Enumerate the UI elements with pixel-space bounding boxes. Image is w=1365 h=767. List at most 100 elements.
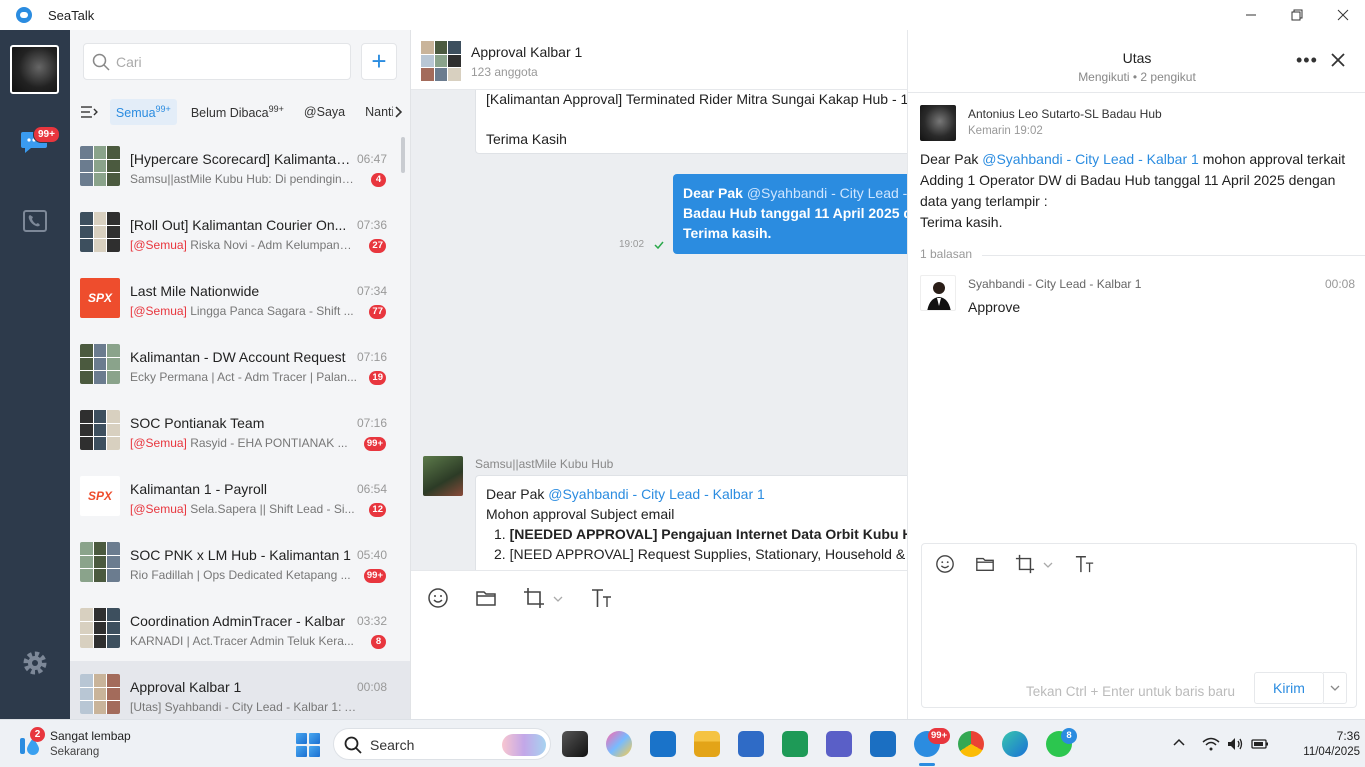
new-chat-button[interactable]: +: [361, 43, 397, 80]
send-options-button[interactable]: [1323, 672, 1347, 704]
chat-preview: Ecky Permana | Act - Adm Tracer | Palan.…: [130, 370, 358, 384]
minimize-button[interactable]: [1228, 0, 1274, 30]
reply-count: 1 balasan: [920, 247, 973, 261]
chat-list-item[interactable]: SPX Kalimantan 1 - Payroll 06:54 [@Semua] S…: [70, 463, 410, 529]
restore-button[interactable]: [1274, 0, 1320, 30]
chat-list-item[interactable]: Coordination AdminTracer - Kalbar 03:32 KA…: [70, 595, 410, 661]
volume-icon[interactable]: [1226, 736, 1244, 752]
sender-avatar[interactable]: [423, 456, 463, 496]
reply-time: 00:08: [1324, 277, 1355, 291]
search-box[interactable]: [83, 43, 351, 80]
clock-time[interactable]: 7:36: [1310, 729, 1360, 743]
chevron-right-icon[interactable]: [393, 106, 403, 118]
thread-root-message[interactable]: Dear Pak @Syahbandi - City Lead - Kalbar…: [920, 149, 1356, 233]
chevron-down-icon[interactable]: [553, 595, 563, 603]
whatsapp-badge: 8: [1061, 728, 1077, 744]
author-avatar[interactable]: [920, 105, 956, 141]
more-options-icon[interactable]: •••: [1296, 50, 1318, 71]
settings-gear-icon[interactable]: [22, 650, 48, 676]
screenshot-crop-icon[interactable]: [1015, 554, 1035, 574]
clock-date[interactable]: 11/04/2025: [1285, 746, 1360, 758]
search-icon: [344, 736, 362, 754]
message-bubble[interactable]: Dear Pak @Syahbandi - City Lead - Kalbar…: [475, 475, 907, 570]
filter-unread[interactable]: Belum Dibaca99+: [185, 99, 290, 125]
message-bubble[interactable]: [Kalimantan Approval] Terminated Rider M…: [475, 90, 907, 154]
chat-name: SOC PNK x LM Hub - Kalimantan 1: [130, 547, 351, 563]
group-avatar[interactable]: [421, 41, 461, 81]
weather-title[interactable]: Sangat lembap: [50, 729, 131, 743]
conversation-pane: Approval Kalbar 1 123 anggota [Kalimanta…: [411, 30, 907, 719]
filter-later[interactable]: Nanti: [359, 100, 393, 124]
chat-list-item[interactable]: SOC Pontianak Team 07:16 [@Semua] Rasyid -…: [70, 397, 410, 463]
screenshot-crop-icon[interactable]: [523, 587, 545, 609]
sidebar-scrollbar[interactable]: [401, 137, 405, 173]
chat-list-item[interactable]: SPX Last Mile Nationwide 07:34 [@Semua] Lin…: [70, 265, 410, 331]
edge-icon[interactable]: [1002, 731, 1028, 757]
spreadsheet-app-icon[interactable]: [782, 731, 808, 757]
weather-subtitle[interactable]: Sekarang: [50, 746, 99, 758]
member-count[interactable]: 123 anggota: [471, 65, 538, 79]
chat-name: Kalimantan - DW Account Request: [130, 349, 346, 365]
text-format-icon[interactable]: [1075, 554, 1095, 574]
filter-mentions[interactable]: @Saya: [298, 100, 351, 124]
filter-all[interactable]: Semua99+: [109, 98, 177, 126]
send-button[interactable]: Kirim: [1254, 672, 1324, 704]
mention-tag: [@Semua]: [130, 502, 187, 516]
chat-list-item[interactable]: [Roll Out] Kalimantan Courier On... 07:36…: [70, 199, 410, 265]
search-input[interactable]: [116, 53, 336, 70]
folder-icon[interactable]: [975, 554, 995, 574]
widgets-app-icon[interactable]: [650, 731, 676, 757]
microsoft-store-icon[interactable]: [738, 731, 764, 757]
reply-author-avatar[interactable]: [920, 275, 956, 311]
thread-followers[interactable]: Mengikuti • 2 pengikut: [908, 70, 1365, 84]
sender-name[interactable]: Samsu||astMile Kubu Hub: [475, 457, 613, 471]
chat-preview-text: Rio Fadillah | Ops Dedicated Ketapang ..…: [130, 568, 351, 582]
mention[interactable]: @Syahbandi - City Lead - Kalbar 1: [548, 486, 765, 502]
chat-list-item[interactable]: [Hypercare Scorecard] Kalimantan... 06:47…: [70, 133, 410, 199]
chevron-down-icon[interactable]: [1043, 561, 1053, 569]
outgoing-message-bubble[interactable]: Dear Pak @Syahbandi - City Lead - Kalbar…: [673, 174, 907, 254]
reply-author[interactable]: Syahbandi - City Lead - Kalbar 1: [968, 277, 1141, 291]
battery-icon[interactable]: [1251, 736, 1269, 752]
unread-badge: 77: [369, 305, 386, 319]
chrome-icon[interactable]: [958, 731, 984, 757]
folder-icon[interactable]: [475, 587, 497, 609]
chat-list-item[interactable]: Approval Kalbar 1 00:08 [Utas] Syahbandi -…: [70, 661, 410, 719]
profile-avatar[interactable]: [10, 45, 59, 94]
file-explorer-icon[interactable]: [694, 731, 720, 757]
emoji-icon[interactable]: [427, 587, 449, 609]
chat-list-item[interactable]: Kalimantan - DW Account Request 07:16 Ecky…: [70, 331, 410, 397]
mention[interactable]: @Syahbandi - City Lead - Kalbar 1: [747, 185, 907, 201]
conversation-title[interactable]: Approval Kalbar 1: [471, 44, 582, 60]
emoji-icon[interactable]: [935, 554, 955, 574]
contacts-icon[interactable]: [23, 210, 47, 232]
chat-avatar: [80, 608, 120, 648]
chat-list-item[interactable]: SOC PNK x LM Hub - Kalimantan 1 05:40 Rio …: [70, 529, 410, 595]
teams-icon[interactable]: [826, 731, 852, 757]
task-view-icon[interactable]: [562, 731, 588, 757]
close-thread-icon[interactable]: [1330, 52, 1346, 68]
chat-time: 07:34: [356, 284, 387, 298]
collapse-menu-icon[interactable]: [78, 102, 100, 122]
weather-badge: 2: [30, 727, 45, 742]
nav-rail: 99+: [0, 30, 70, 719]
taskbar-search[interactable]: Search: [333, 728, 551, 760]
chat-avatar: SPX: [80, 476, 120, 516]
message-composer[interactable]: [411, 570, 907, 719]
wifi-icon[interactable]: [1202, 736, 1220, 752]
close-window-button[interactable]: [1320, 0, 1365, 30]
thread-author[interactable]: Antonius Leo Sutarto-SL Badau Hub: [968, 107, 1162, 121]
copilot-icon[interactable]: [606, 731, 632, 757]
mention[interactable]: @Syahbandi - City Lead - Kalbar 1: [982, 151, 1199, 167]
start-button[interactable]: [296, 733, 320, 757]
message-text: [Kalimantan Approval] Terminated Rider M…: [486, 91, 907, 107]
chat-avatar: SPX: [80, 278, 120, 318]
text-format-icon[interactable]: [591, 587, 613, 609]
reply-text[interactable]: Approve: [968, 299, 1020, 315]
show-hidden-icons-chevron-icon[interactable]: [1172, 737, 1186, 747]
chat-preview-text: [Utas] Syahbandi - City Lead - Kalbar 1:…: [130, 700, 358, 714]
notepad-icon[interactable]: [870, 731, 896, 757]
minimize-icon: [1246, 14, 1256, 16]
thread-composer[interactable]: Tekan Ctrl + Enter untuk baris baru Kiri…: [921, 543, 1357, 708]
chat-preview-text: Lingga Panca Sagara - Shift ...: [186, 304, 354, 318]
